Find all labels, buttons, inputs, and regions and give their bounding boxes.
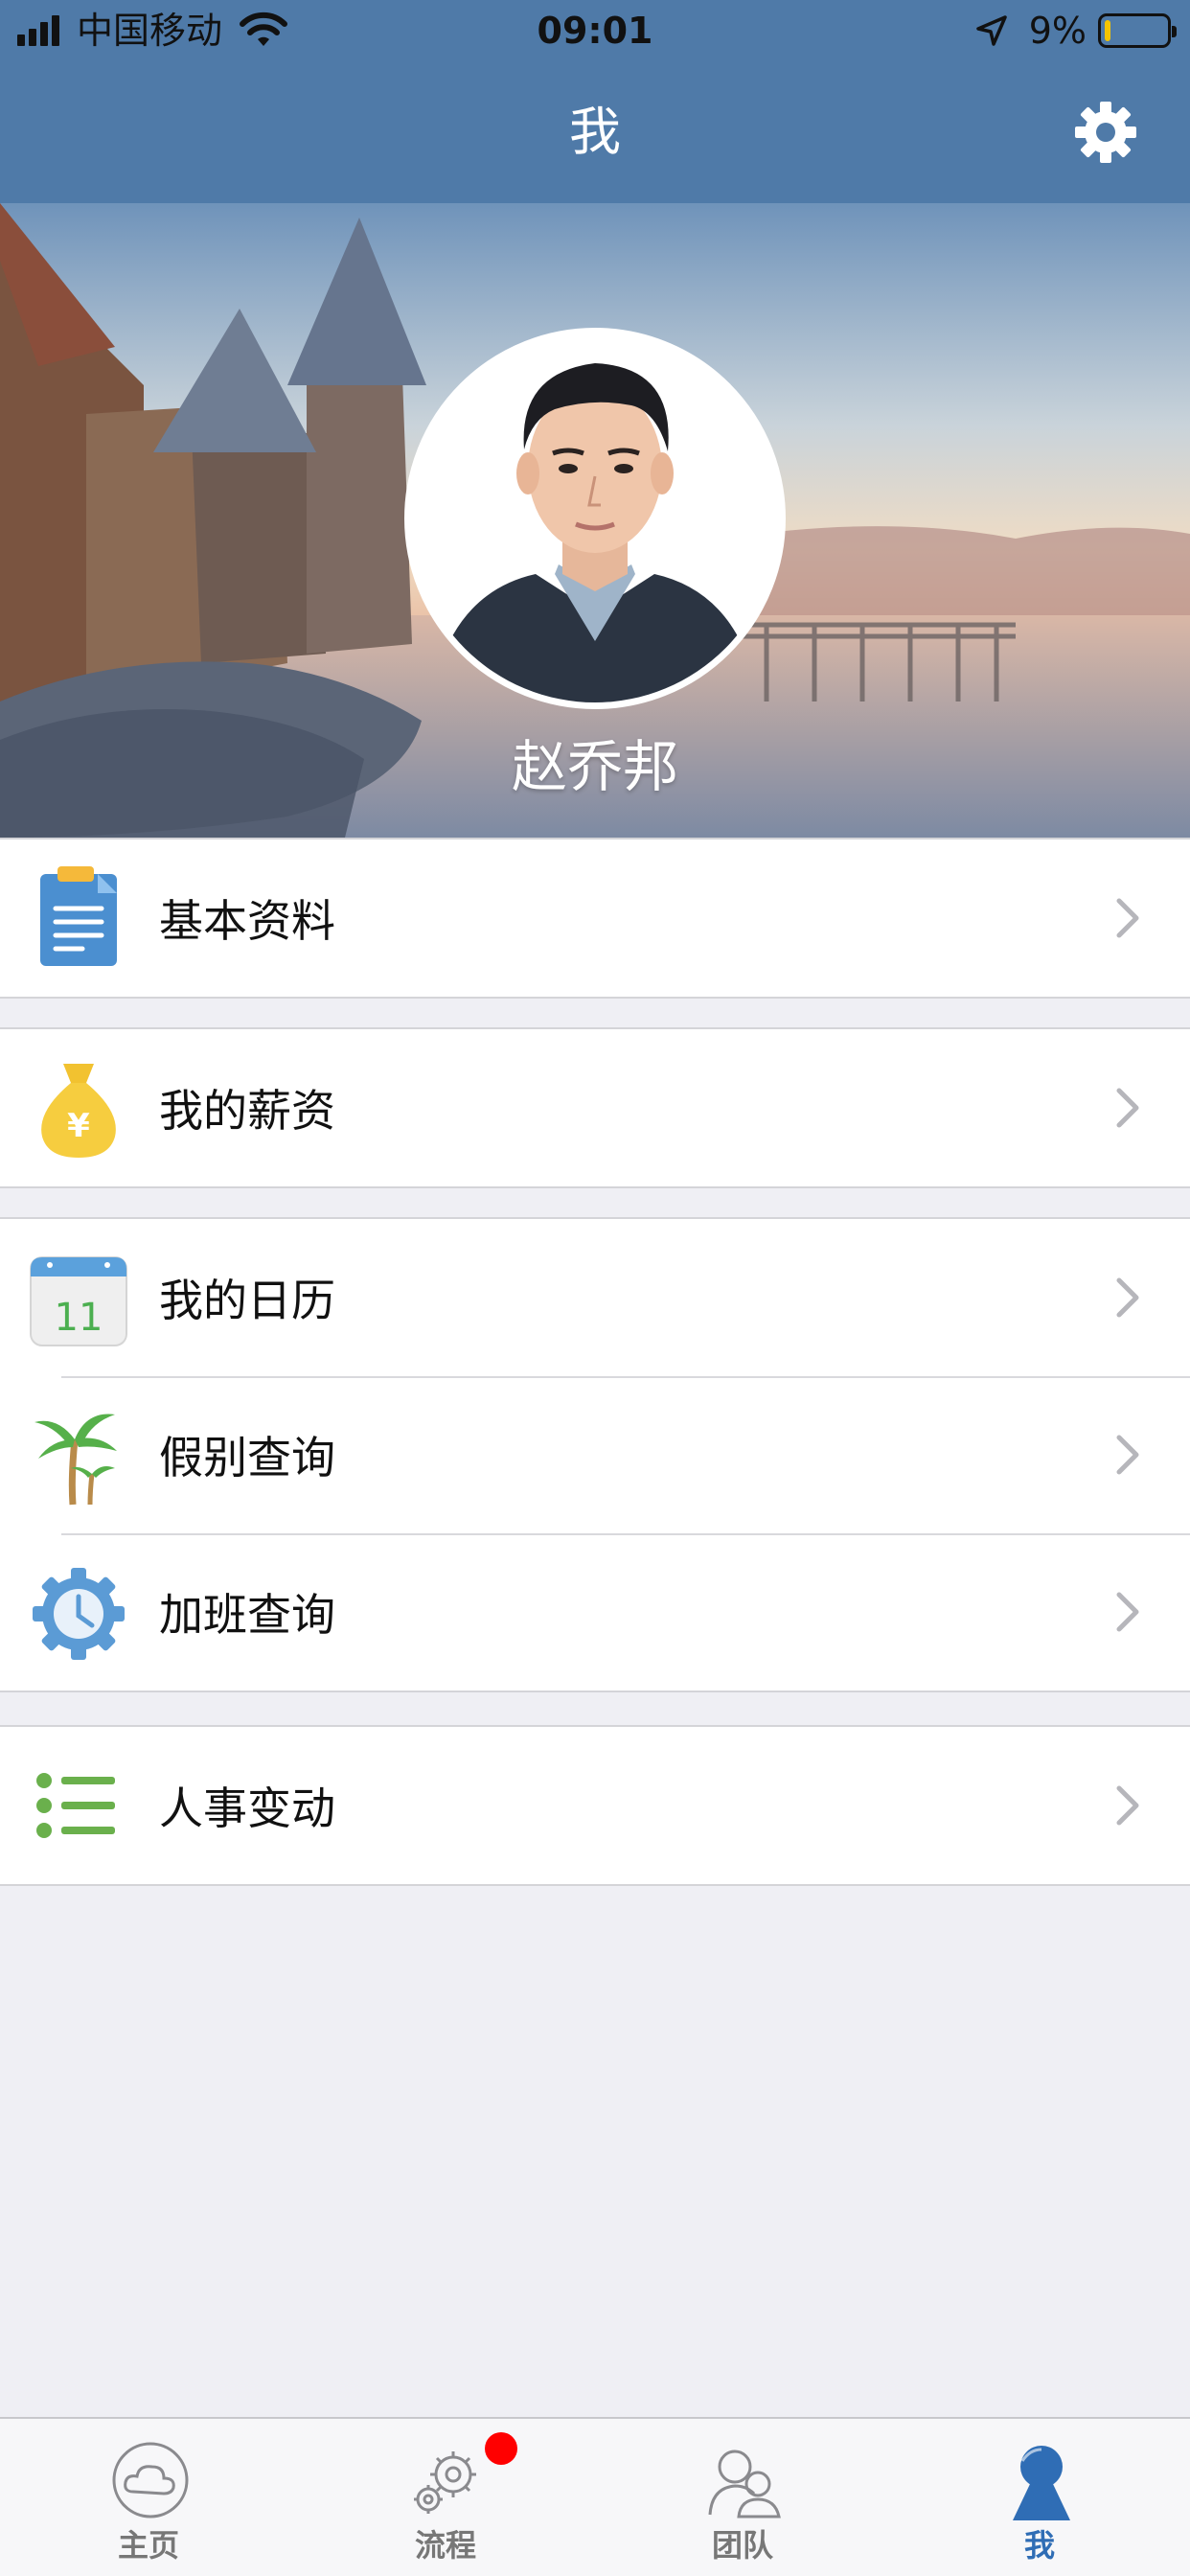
gears-icon — [414, 2451, 476, 2514]
settings-gear-icon[interactable] — [1073, 100, 1138, 165]
notification-badge — [485, 2432, 517, 2465]
menu-item-overtime-query[interactable]: 加班查询 — [0, 1533, 1190, 1690]
menu-item-personnel-change[interactable]: 人事变动 — [0, 1727, 1190, 1884]
menu-item-label: 加班查询 — [159, 1589, 335, 1641]
tab-home[interactable]: 主页 — [0, 2419, 297, 2576]
page-title: 我 — [569, 102, 621, 162]
location-arrow-icon — [975, 15, 1007, 46]
battery-percent: 9% — [1028, 10, 1087, 52]
calendar-icon: 11 — [30, 1256, 127, 1346]
tab-team[interactable]: 团队 — [594, 2419, 891, 2576]
menu-item-label: 我的薪资 — [159, 1085, 335, 1137]
menu-item-salary[interactable]: ¥ 我的薪资 — [0, 1029, 1190, 1186]
menu-item-label: 假别查询 — [159, 1432, 335, 1484]
cloud-icon — [112, 2442, 189, 2518]
chevron-right-icon — [1116, 1785, 1139, 1826]
menu-group-3: 11 我的日历 假别查询 加班查询 — [0, 1217, 1190, 1692]
profile-header: 赵乔邦 — [0, 203, 1190, 838]
status-bar: 中国移动 09:01 9% — [0, 0, 1190, 61]
battery-icon — [1098, 13, 1177, 48]
tab-me[interactable]: 我 — [891, 2419, 1188, 2576]
avatar-photo — [411, 334, 779, 702]
menu-group-4: 人事变动 — [0, 1725, 1190, 1886]
menu-item-label: 人事变动 — [159, 1782, 335, 1834]
menu-group-2: ¥ 我的薪资 — [0, 1027, 1190, 1188]
tab-process[interactable]: 流程 — [297, 2419, 594, 2576]
calendar-day: 11 — [55, 1296, 103, 1340]
menu-item-basic-info[interactable]: 基本资料 — [0, 840, 1190, 997]
list-icon — [36, 1773, 115, 1838]
menu-item-label: 我的日历 — [159, 1275, 335, 1326]
chevron-right-icon — [1116, 898, 1139, 938]
clock-gear-icon — [33, 1568, 125, 1660]
status-right: 9% — [975, 6, 1177, 56]
tab-bar: 主页 流程 团队 我 — [0, 2417, 1190, 2576]
chevron-right-icon — [1116, 1592, 1139, 1632]
avatar[interactable] — [404, 328, 786, 709]
chevron-right-icon — [1116, 1435, 1139, 1475]
chevron-right-icon — [1116, 1277, 1139, 1318]
navigation-bar: 我 — [0, 61, 1190, 203]
tab-label: 主页 — [117, 2527, 179, 2564]
team-icon — [708, 2450, 781, 2518]
user-name: 赵乔邦 — [511, 734, 678, 799]
chevron-right-icon — [1116, 1088, 1139, 1128]
profile-screen: 中国移动 09:01 9% 我 赵乔邦 基本资料 ¥ 我的薪资 11 我的日历 … — [0, 0, 1190, 2576]
svg-text:¥: ¥ — [67, 1107, 90, 1145]
tab-label: 流程 — [414, 2527, 476, 2564]
battery-level — [1105, 20, 1110, 41]
tab-label: 我 — [1023, 2527, 1055, 2564]
menu-group-1: 基本资料 — [0, 838, 1190, 999]
menu-item-label: 基本资料 — [159, 895, 335, 947]
menu-item-leave-query[interactable]: 假别查询 — [0, 1376, 1190, 1533]
menu-item-calendar[interactable]: 11 我的日历 — [0, 1219, 1190, 1376]
document-icon — [40, 866, 117, 966]
money-bag-icon: ¥ — [41, 1064, 116, 1158]
palm-tree-icon — [34, 1414, 117, 1506]
tab-label: 团队 — [711, 2527, 773, 2564]
person-icon — [1013, 2446, 1070, 2520]
